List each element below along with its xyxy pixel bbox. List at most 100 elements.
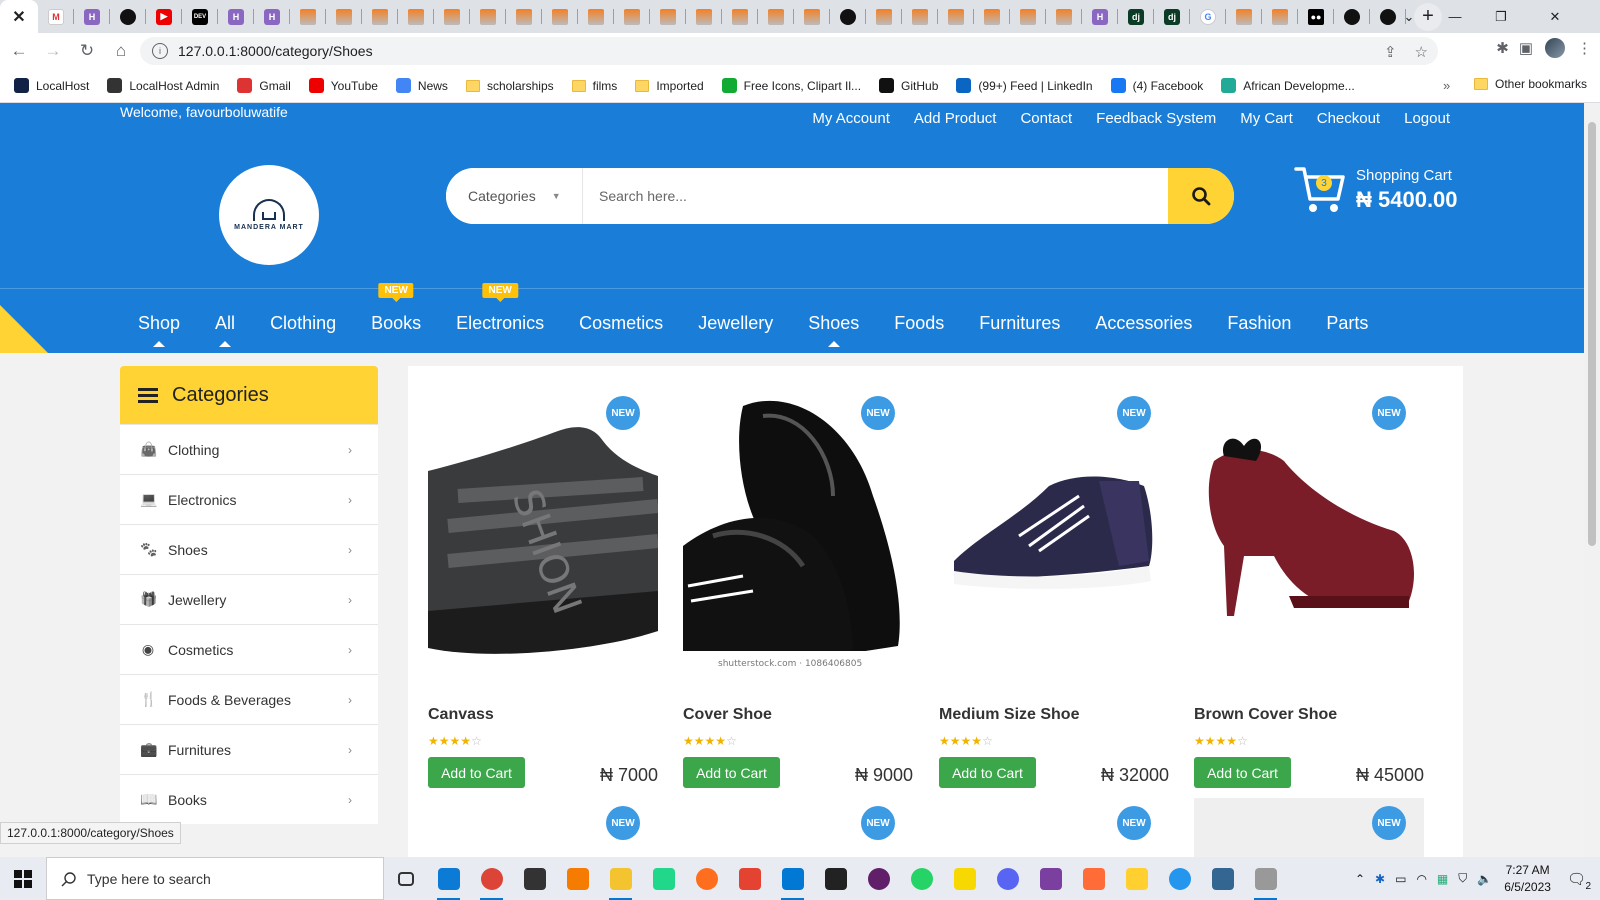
sidebar-item-furnitures[interactable]: 💼 Furnitures › (120, 724, 378, 774)
docker-icon[interactable] (1158, 857, 1201, 900)
sidebar-item-electronics[interactable]: 💻 Electronics › (120, 474, 378, 524)
nav-item-clothing[interactable]: Clothing (270, 308, 336, 338)
top-link-checkout[interactable]: Checkout (1317, 110, 1380, 127)
product-card[interactable]: NEW (1194, 798, 1424, 857)
active-tab[interactable]: ✕ (0, 0, 38, 33)
bookmark-item[interactable]: LocalHost (14, 78, 89, 93)
nav-item-foods[interactable]: Foods (894, 308, 944, 338)
browser-tab[interactable] (434, 0, 470, 33)
sidebar-header[interactable]: Categories (120, 366, 378, 424)
task-view-icon[interactable] (384, 857, 427, 900)
add-to-cart-button[interactable]: Add to Cart (428, 757, 525, 788)
browser-tab[interactable]: H (254, 0, 290, 33)
browser-tab[interactable] (326, 0, 362, 33)
product-name[interactable]: Cover Shoe (683, 706, 772, 724)
m-app-icon[interactable] (1029, 857, 1072, 900)
browser-tab[interactable]: M (38, 0, 74, 33)
nav-item-shoes[interactable]: Shoes (808, 308, 859, 347)
product-name[interactable]: Brown Cover Shoe (1194, 706, 1337, 724)
nav-item-jewellery[interactable]: Jewellery (698, 308, 773, 338)
battery-icon[interactable]: ▭ (1395, 872, 1406, 886)
postman-icon[interactable] (1072, 857, 1115, 900)
profile-avatar[interactable] (1543, 36, 1567, 60)
notifications-icon[interactable]: 🗨 2 (1567, 870, 1591, 892)
volume-icon[interactable]: 🔈 (1477, 872, 1492, 886)
nav-item-books[interactable]: Books NEW (371, 283, 421, 338)
product-name[interactable]: Medium Size Shoe (939, 706, 1079, 724)
category-select[interactable]: Categories ▼ (446, 168, 583, 224)
add-to-cart-button[interactable]: Add to Cart (683, 757, 780, 788)
site-logo[interactable]: MANDERA MART (219, 165, 319, 265)
bookmark-item[interactable]: LocalHost Admin (107, 78, 219, 93)
browser-tab[interactable] (290, 0, 326, 33)
browser-tab[interactable]: dj (1118, 0, 1154, 33)
browser-tab[interactable] (974, 0, 1010, 33)
extensions-icon[interactable]: ✱ (1496, 39, 1509, 57)
back-icon[interactable]: ← (4, 36, 34, 66)
browser-tab[interactable] (830, 0, 866, 33)
browser-tab[interactable] (938, 0, 974, 33)
browser-tab[interactable]: ●● (1298, 0, 1334, 33)
browser-tab[interactable] (1226, 0, 1262, 33)
browser-tab[interactable] (1334, 0, 1370, 33)
nav-item-parts[interactable]: Parts (1326, 308, 1368, 338)
bookmark-item[interactable]: Free Icons, Clipart Il... (721, 78, 861, 93)
home-icon[interactable]: ⌂ (106, 36, 136, 66)
top-link-feedback-system[interactable]: Feedback System (1096, 110, 1216, 127)
close-window-button[interactable]: ✕ (1532, 0, 1578, 33)
top-link-my-cart[interactable]: My Cart (1240, 110, 1293, 127)
top-link-contact[interactable]: Contact (1020, 110, 1072, 127)
chrome-icon[interactable] (470, 857, 513, 900)
mail-icon[interactable] (814, 857, 857, 900)
vscode-icon[interactable] (771, 857, 814, 900)
top-link-logout[interactable]: Logout (1404, 110, 1450, 127)
bookmark-item[interactable]: News (395, 78, 448, 93)
bookmark-item[interactable]: (4) Facebook (1110, 78, 1203, 93)
bookmark-item[interactable]: films (571, 78, 617, 93)
side-panel-icon[interactable]: ▣ (1519, 39, 1533, 57)
search-input[interactable] (583, 168, 1168, 224)
discord-icon[interactable] (986, 857, 1029, 900)
pycharm-icon[interactable] (642, 857, 685, 900)
bookmark-item[interactable]: YouTube (308, 78, 378, 93)
sublime-icon[interactable] (556, 857, 599, 900)
nav-item-furnitures[interactable]: Furnitures (979, 308, 1060, 338)
browser-tab[interactable] (758, 0, 794, 33)
bookmark-item[interactable]: GitHub (879, 78, 938, 93)
browser-tab[interactable]: DEV (182, 0, 218, 33)
slack-icon[interactable] (857, 857, 900, 900)
nav-item-accessories[interactable]: Accessories (1095, 308, 1192, 338)
product-card[interactable]: NEW (428, 798, 658, 857)
browser-tab[interactable] (1262, 0, 1298, 33)
whatsapp-icon[interactable] (900, 857, 943, 900)
taskbar-search[interactable]: Type here to search (46, 857, 384, 900)
snip-icon[interactable] (1244, 857, 1287, 900)
bookmark-item[interactable]: (99+) Feed | LinkedIn (956, 78, 1093, 93)
security-icon[interactable]: ⛉ (1458, 871, 1467, 886)
nav-item-cosmetics[interactable]: Cosmetics (579, 308, 663, 338)
more-bookmarks-icon[interactable]: » (1443, 78, 1450, 93)
bookmark-star-icon[interactable]: ☆ (1415, 43, 1428, 61)
sidebar-item-shoes[interactable]: 🐾 Shoes › (120, 524, 378, 574)
network-icon[interactable]: ▦ (1437, 872, 1448, 886)
todoist-icon[interactable] (728, 857, 771, 900)
reload-icon[interactable]: ↻ (72, 36, 102, 66)
browser-tab[interactable] (1046, 0, 1082, 33)
sidebar-item-cosmetics[interactable]: ◉ Cosmetics › (120, 624, 378, 674)
store-icon[interactable] (513, 857, 556, 900)
bookmark-item[interactable]: scholarships (465, 78, 554, 93)
nav-item-all[interactable]: All (215, 308, 235, 347)
site-info-icon[interactable]: i (152, 43, 168, 59)
firefox-icon[interactable] (685, 857, 728, 900)
file-explorer-icon[interactable] (599, 857, 642, 900)
browser-tab[interactable]: dj (1154, 0, 1190, 33)
browser-tab[interactable] (794, 0, 830, 33)
browser-tab[interactable]: ▶ (146, 0, 182, 33)
browser-tab[interactable] (614, 0, 650, 33)
search-button[interactable] (1168, 168, 1234, 224)
browser-tab[interactable] (578, 0, 614, 33)
sidebar-item-foods-beverages[interactable]: 🍴 Foods & Beverages › (120, 674, 378, 724)
browser-tab[interactable] (362, 0, 398, 33)
top-link-my-account[interactable]: My Account (812, 110, 890, 127)
browser-tab[interactable] (506, 0, 542, 33)
